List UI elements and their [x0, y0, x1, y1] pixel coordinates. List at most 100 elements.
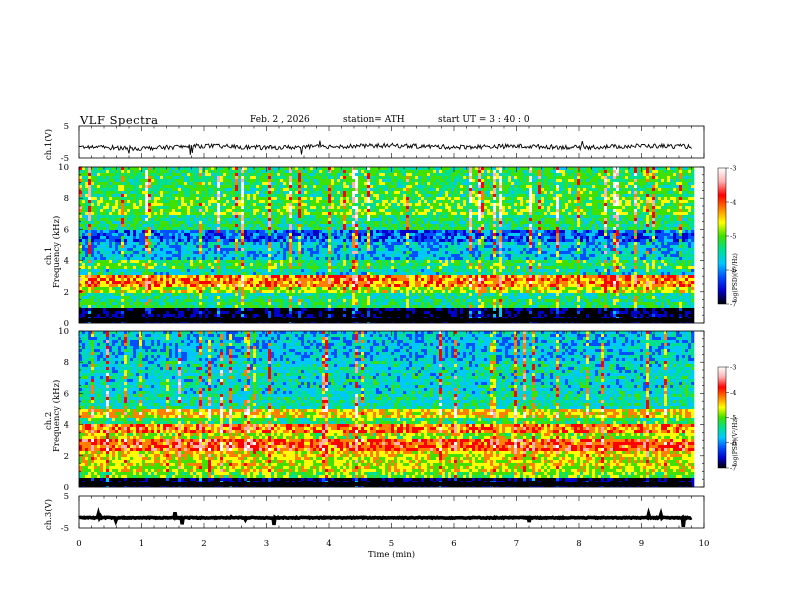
spectrogram-cell	[580, 188, 583, 191]
spectrogram-cell	[193, 206, 196, 209]
spectrogram-cell	[85, 215, 88, 218]
spectrogram-cell	[148, 230, 151, 233]
spectrogram-cell	[667, 170, 670, 173]
spectrogram-cell	[94, 179, 97, 182]
spectrogram-cell	[595, 200, 598, 203]
spectrogram-cell	[85, 185, 88, 188]
spectrogram-cell	[265, 215, 268, 218]
spectrogram-cell	[622, 230, 625, 233]
spectrogram-cell	[496, 236, 499, 239]
spectrogram-cell	[520, 230, 523, 233]
spectrogram-cell	[394, 227, 397, 230]
spectrogram-cell	[283, 203, 286, 206]
spectrogram-cell	[604, 215, 607, 218]
spectrogram-cell	[85, 224, 88, 227]
spectrogram-cell	[436, 200, 439, 203]
spectrogram-cell	[589, 227, 592, 230]
spectrogram-cell	[208, 188, 211, 191]
spectrogram-cell	[427, 212, 430, 215]
spectrogram-cell	[385, 221, 388, 224]
spectrogram-cell	[241, 206, 244, 209]
spectrogram-cell	[199, 185, 202, 188]
spectrogram-cell	[175, 179, 178, 182]
spectrogram-cell	[220, 239, 223, 242]
spectrogram-cell	[88, 188, 91, 191]
spectrogram-cell	[397, 221, 400, 224]
spectrogram-cell	[364, 206, 367, 209]
spectrogram-cell	[307, 167, 310, 170]
spectrogram-cell	[397, 236, 400, 239]
spectrogram-cell	[412, 212, 415, 215]
spectrogram-cell	[310, 215, 313, 218]
spectrogram-cell	[310, 218, 313, 221]
spectrogram-cell	[154, 179, 157, 182]
spectrogram-cell	[151, 224, 154, 227]
spectrogram-cell	[670, 224, 673, 227]
spectrogram-cell	[652, 209, 655, 212]
spectrogram-cell	[190, 203, 193, 206]
spectrogram-cell	[103, 215, 106, 218]
spectrogram-cell	[325, 233, 328, 236]
spectrogram-cell	[220, 179, 223, 182]
spectrogram-cell	[133, 239, 136, 242]
spectrogram-cell	[595, 212, 598, 215]
spectrogram-cell	[478, 233, 481, 236]
spectrogram-cell	[442, 236, 445, 239]
spectrogram-cell	[136, 215, 139, 218]
spectrogram-cell	[178, 200, 181, 203]
spectrogram-cell	[529, 200, 532, 203]
spectrogram-cell	[190, 209, 193, 212]
spectrogram-cell	[304, 185, 307, 188]
spectrogram-cell	[316, 182, 319, 185]
spectrogram-cell	[229, 239, 232, 242]
spectrogram-cell	[448, 188, 451, 191]
spectrogram-cell	[556, 230, 559, 233]
spectrogram-cell	[184, 230, 187, 233]
spectrogram-cell	[460, 233, 463, 236]
spectrogram-cell	[301, 203, 304, 206]
spectrogram-cell	[544, 227, 547, 230]
spectrogram-cell	[514, 200, 517, 203]
spectrogram-cell	[334, 215, 337, 218]
spectrogram-cell	[574, 212, 577, 215]
spectrogram-cell	[268, 215, 271, 218]
spectrogram-cell	[523, 188, 526, 191]
spectrogram-cell	[589, 206, 592, 209]
spectrogram-cell	[652, 185, 655, 188]
spectrogram-cell	[295, 185, 298, 188]
spectrogram-cell	[454, 188, 457, 191]
spectrogram-cell	[484, 206, 487, 209]
spectrogram-cell	[208, 167, 211, 170]
spectrogram-cell	[130, 218, 133, 221]
spectrogram-cell	[286, 230, 289, 233]
spectrogram-cell	[502, 185, 505, 188]
spectrogram-cell	[130, 167, 133, 170]
spectrogram-cell	[235, 209, 238, 212]
spectrogram-cell	[421, 206, 424, 209]
spectrogram-cell	[253, 200, 256, 203]
spectrogram-cell	[607, 233, 610, 236]
spectrogram-cell	[115, 230, 118, 233]
spectrogram-cell	[136, 167, 139, 170]
spectrogram-cell	[379, 215, 382, 218]
spectrogram-cell	[490, 179, 493, 182]
spectrogram-cell	[517, 227, 520, 230]
spectrogram-cell	[277, 191, 280, 194]
spectrogram-cell	[448, 167, 451, 170]
spectrogram-cell	[412, 191, 415, 194]
spectrogram-cell	[184, 185, 187, 188]
spectrogram-cell	[547, 191, 550, 194]
spectrogram-cell	[535, 209, 538, 212]
spectrogram-cell	[616, 230, 619, 233]
spectrogram-cell	[499, 191, 502, 194]
spectrogram-cell	[271, 173, 274, 176]
spectrogram-cell	[685, 179, 688, 182]
spectrogram-cell	[85, 239, 88, 242]
spectrogram-cell	[355, 236, 358, 239]
spectrogram-cell	[637, 224, 640, 227]
spectrogram-cell	[691, 191, 694, 194]
spectrogram-cell	[505, 215, 508, 218]
spectrogram-cell	[196, 209, 199, 212]
spectrogram-cell	[409, 194, 412, 197]
spectrogram-cell	[361, 197, 364, 200]
